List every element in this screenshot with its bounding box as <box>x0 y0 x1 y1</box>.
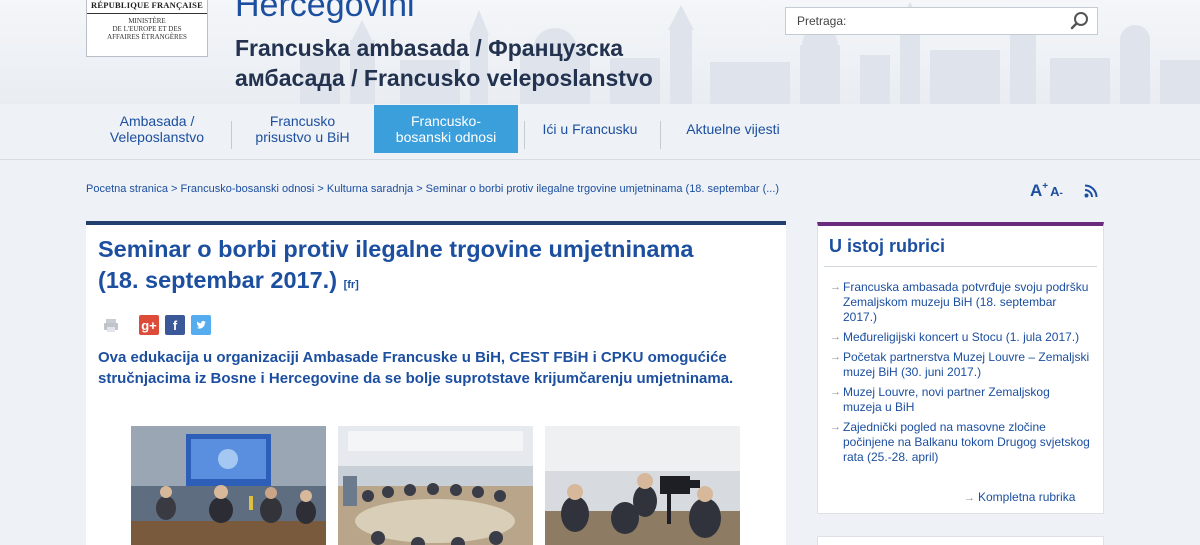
related-article-link[interactable]: → Muzej Louvre, novi partner Zemaljskog m… <box>830 385 1090 415</box>
site-country-title: Hercegovini <box>235 0 415 24</box>
font-size-tools: A+ A- <box>1030 181 1063 201</box>
breadcrumb[interactable]: Pocetna stranica > Francusko-bosanski od… <box>86 183 779 195</box>
site-embassy-title: Francuska ambasada / Французска амбасада… <box>235 33 795 93</box>
article-lead: Ova edukacija u organizaciji Ambasade Fr… <box>98 349 734 387</box>
complete-section-link[interactable]: → Kompletna rubrika <box>964 490 1075 504</box>
article-card: Seminar o borbi protiv ilegalne trgovine… <box>86 221 786 545</box>
arrow-right-icon: → <box>830 386 841 398</box>
article-photo[interactable] <box>545 426 740 545</box>
arrow-right-icon: → <box>830 331 841 343</box>
nav-item-label: Francusko- <box>410 113 482 129</box>
google-plus-share-button[interactable]: g+ <box>139 315 159 335</box>
article-title: Seminar o borbi protiv ilegalne trgovine… <box>98 234 778 301</box>
nav-item-label: Aktuelne vijesti <box>686 121 780 137</box>
font-decrease-button[interactable]: A- <box>1048 183 1063 200</box>
search-icon[interactable] <box>1069 10 1091 32</box>
facebook-share-button[interactable]: f <box>165 315 185 335</box>
search-box <box>785 7 1098 35</box>
related-article-link[interactable]: → Zajednički pogled na masovne zločine po… <box>830 420 1090 465</box>
nav-item-ambasada[interactable]: Ambasada / Veleposlanstvo <box>96 104 218 154</box>
related-article-label: Početak partnerstva Muzej Louvre – Zemal… <box>843 350 1090 379</box>
sidebar-title: U istoj rubrici <box>829 236 946 256</box>
search-input[interactable] <box>786 8 1056 34</box>
related-article-label: Zajednički pogled na masovne zločine poč… <box>843 420 1090 464</box>
nav-item-label: Ambasada / <box>119 113 195 129</box>
related-article-link[interactable]: → Francuska ambasada potvrđuje svoju podr… <box>830 280 1090 325</box>
logo-ministry-line: MINISTÈRE <box>128 17 166 25</box>
related-article-link[interactable]: → Početak partnerstva Muzej Louvre – Zema… <box>830 350 1090 380</box>
sidebar-next-block <box>817 536 1104 545</box>
site-header: RÉPUBLIQUE FRANÇAISE MINISTÈRE DE L'EURO… <box>0 0 1200 104</box>
nav-divider <box>524 121 525 149</box>
logo-republic-text: RÉPUBLIQUE FRANÇAISE <box>87 0 207 14</box>
republique-francaise-logo[interactable]: RÉPUBLIQUE FRANÇAISE MINISTÈRE DE L'EURO… <box>86 0 208 57</box>
font-increase-button[interactable]: A+ <box>1030 181 1048 200</box>
article-photo[interactable] <box>338 426 533 545</box>
related-article-label: Muzej Louvre, novi partner Zemaljskog mu… <box>843 385 1050 414</box>
nav-item-label: Francusko <box>269 113 336 129</box>
logo-ministry-line: DE L'EUROPE ET DES <box>112 25 182 33</box>
related-article-link[interactable]: → Međureligijski koncert u Stocu (1. jula… <box>830 330 1090 345</box>
nav-item-label: prisustvo u BiH <box>255 129 350 145</box>
nav-item-label: Ići u Francusku <box>542 121 638 137</box>
font-increase-label: A <box>1030 181 1043 200</box>
arrow-right-icon: → <box>830 281 841 293</box>
nav-item-label: bosanski odnosi <box>395 129 497 145</box>
language-link-fr[interactable]: [fr] <box>344 279 359 291</box>
article-title-line: Seminar o borbi protiv ilegalne trgovine… <box>98 236 694 262</box>
logo-ministry-line: AFFAIRES ÉTRANGÈRES <box>107 33 187 41</box>
embassy-title-line: амбасада / Francusko veleposlanstvo <box>235 65 653 91</box>
nav-item-francusko-bosanski-odnosi[interactable]: Francusko-bosanski odnosi <box>374 105 518 153</box>
main-navigation: Ambasada / Veleposlanstvo Francusko prisus… <box>0 104 1200 160</box>
sidebar-divider <box>824 266 1097 267</box>
nav-item-ici-u-francusku[interactable]: Ići u Francusku <box>530 104 650 154</box>
arrow-right-icon: → <box>830 421 841 433</box>
article-photo[interactable] <box>131 426 326 545</box>
font-decrease-sup: - <box>1059 188 1063 199</box>
embassy-title-line: Francuska ambasada / Французска <box>235 35 624 61</box>
nav-divider <box>660 121 661 149</box>
nav-item-aktuelne-vijesti[interactable]: Aktuelne vijesti <box>668 104 798 154</box>
related-articles-sidebar: U istoj rubrici → Francuska ambasada potv… <box>817 222 1104 514</box>
nav-item-label: Veleposlanstvo <box>109 129 205 145</box>
share-bar: g+ f <box>101 315 211 335</box>
print-icon[interactable] <box>101 315 121 335</box>
arrow-right-icon: → <box>830 351 841 363</box>
nav-divider <box>231 121 232 149</box>
complete-section-label: Kompletna rubrika <box>978 490 1076 504</box>
rss-icon[interactable] <box>1084 184 1098 198</box>
arrow-right-icon: → <box>964 492 975 504</box>
twitter-icon[interactable] <box>191 315 211 335</box>
nav-item-francusko-prisustvo[interactable]: Francusko prisustvo u BiH <box>240 104 365 154</box>
related-article-label: Međureligijski koncert u Stocu (1. jula … <box>843 330 1080 344</box>
font-decrease-label: A <box>1050 184 1060 199</box>
related-article-label: Francuska ambasada potvrđuje svoju podrš… <box>843 280 1089 324</box>
article-title-line: (18. septembar 2017.) <box>98 267 338 293</box>
related-articles-list: → Francuska ambasada potvrđuje svoju podr… <box>830 280 1090 470</box>
